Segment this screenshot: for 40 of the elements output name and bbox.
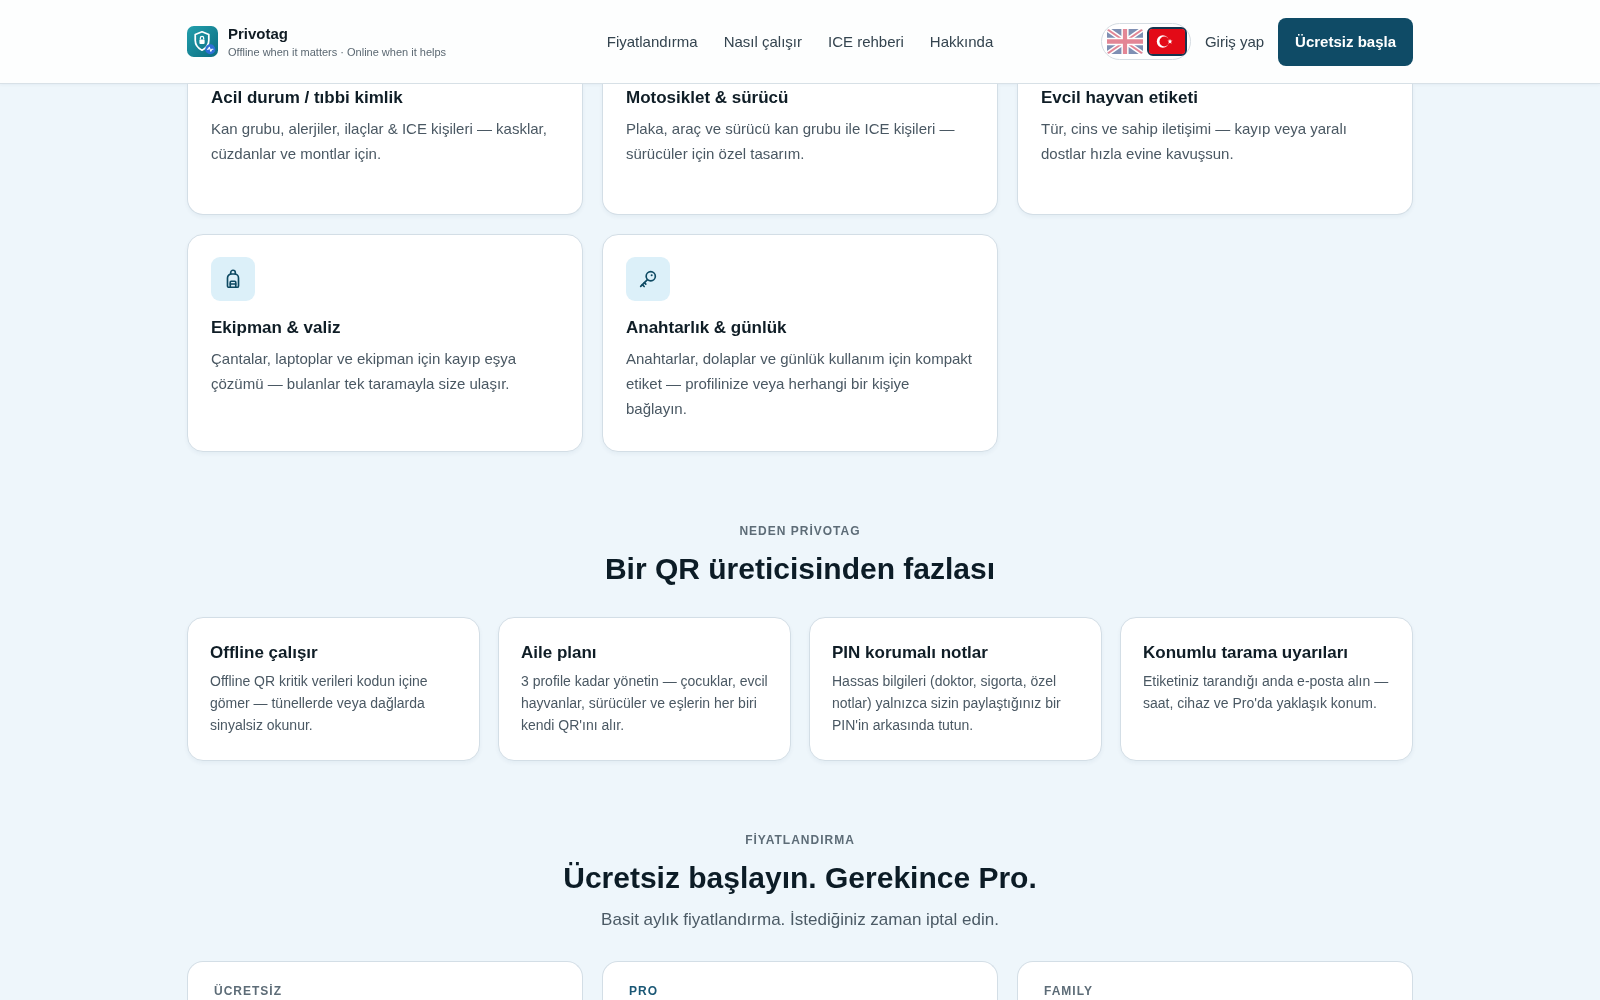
plan-name: PRO	[629, 983, 658, 999]
start-free-button[interactable]: Ücretsiz başla	[1278, 17, 1413, 66]
feature-description: Hassas bilgileri (doktor, sigorta, özel notlar) yalnızca sizin paylaştığınız bir PIN'in arkasında tutun.	[832, 672, 1062, 735]
nav-link[interactable]: Nasıl çalışır	[723, 33, 802, 50]
language-button[interactable]	[1146, 27, 1187, 56]
section-subtitle: Basit aylık fiyatlandırma. İstediğiniz zaman iptal edin.	[601, 909, 999, 931]
section-eyebrow: NEDEN PRİVOTAG	[739, 523, 861, 539]
card-description: Anahtarlar, dolaplar ve günlük kullanım için kompakt etiket — profilinize veya herhangi bir kişiye bağlayın.	[626, 349, 974, 419]
brand-tagline: Offline when it matters · Online when it helps	[228, 44, 447, 59]
feature-title: Offline çalışır	[210, 642, 318, 664]
card-title: Acil durum / tıbbi kimlik	[211, 87, 403, 109]
nav-link[interactable]: ICE rehberi	[828, 33, 904, 50]
union-flag-icon	[1106, 29, 1143, 54]
key-icon	[626, 257, 670, 301]
card-description: Kan grubu, alerjiler, ilaçlar & ICE kişileri — kasklar, cüzdanlar ve montlar için.	[211, 119, 548, 164]
card-title: Motosiklet & sürücü	[626, 87, 789, 109]
card-title: Ekipman & valiz	[211, 317, 341, 339]
feature-title: PIN korumalı notlar	[832, 642, 988, 664]
card-title: Anahtarlık & günlük	[626, 317, 787, 339]
shield-logo-icon	[187, 26, 218, 57]
login-link[interactable]: Giriş yap	[1204, 33, 1265, 50]
section-heading: Ücretsiz başlayın. Gerekince Pro.	[563, 860, 1037, 896]
feature-description: 3 profile kadar yönetin — çocuklar, evcil hayvanlar, sürücüler ve eşlerin her biri kendi QR'ını alır.	[521, 672, 768, 735]
nav-link[interactable]: Fiyatlandırma	[606, 33, 698, 50]
section-heading: Bir QR üreticisinden fazlası	[604, 551, 996, 587]
card-description: Plaka, araç ve sürücü kan grubu ile ICE kişileri — sürücüler için özel tasarım.	[626, 119, 956, 164]
nav-link[interactable]: Hakkında	[929, 33, 994, 50]
brand-name: Privotag	[228, 24, 288, 43]
feature-description: Etiketiniz tarandığı anda e-posta alın — saat, cihaz ve Pro'da yaklaşık konum.	[1143, 672, 1390, 713]
card-title: Evcil hayvan etiketi	[1041, 87, 1198, 109]
feature-title: Aile planı	[521, 642, 597, 664]
crescent-star-flag-icon	[1148, 29, 1185, 54]
plan-name: FAMILY	[1044, 983, 1093, 999]
feature-description: Offline QR kritik verileri kodun içine gömer — tünellerde veya dağlarda sinyalsiz okunur.	[210, 672, 429, 735]
backpack-icon	[211, 257, 255, 301]
plan-name: ÜCRETSİZ	[214, 983, 282, 999]
card-description: Çantalar, laptoplar ve ekipman için kayıp eşya çözümü — bulanlar tek taramayla size ulaşır.	[211, 349, 518, 394]
card-description: Tür, cins ve sahip iletişimi — kayıp veya yaralı dostlar hızla evine kavuşsun.	[1041, 119, 1348, 164]
section-eyebrow: FİYATLANDIRMA	[745, 832, 855, 848]
feature-title: Konumlu tarama uyarıları	[1143, 642, 1348, 664]
